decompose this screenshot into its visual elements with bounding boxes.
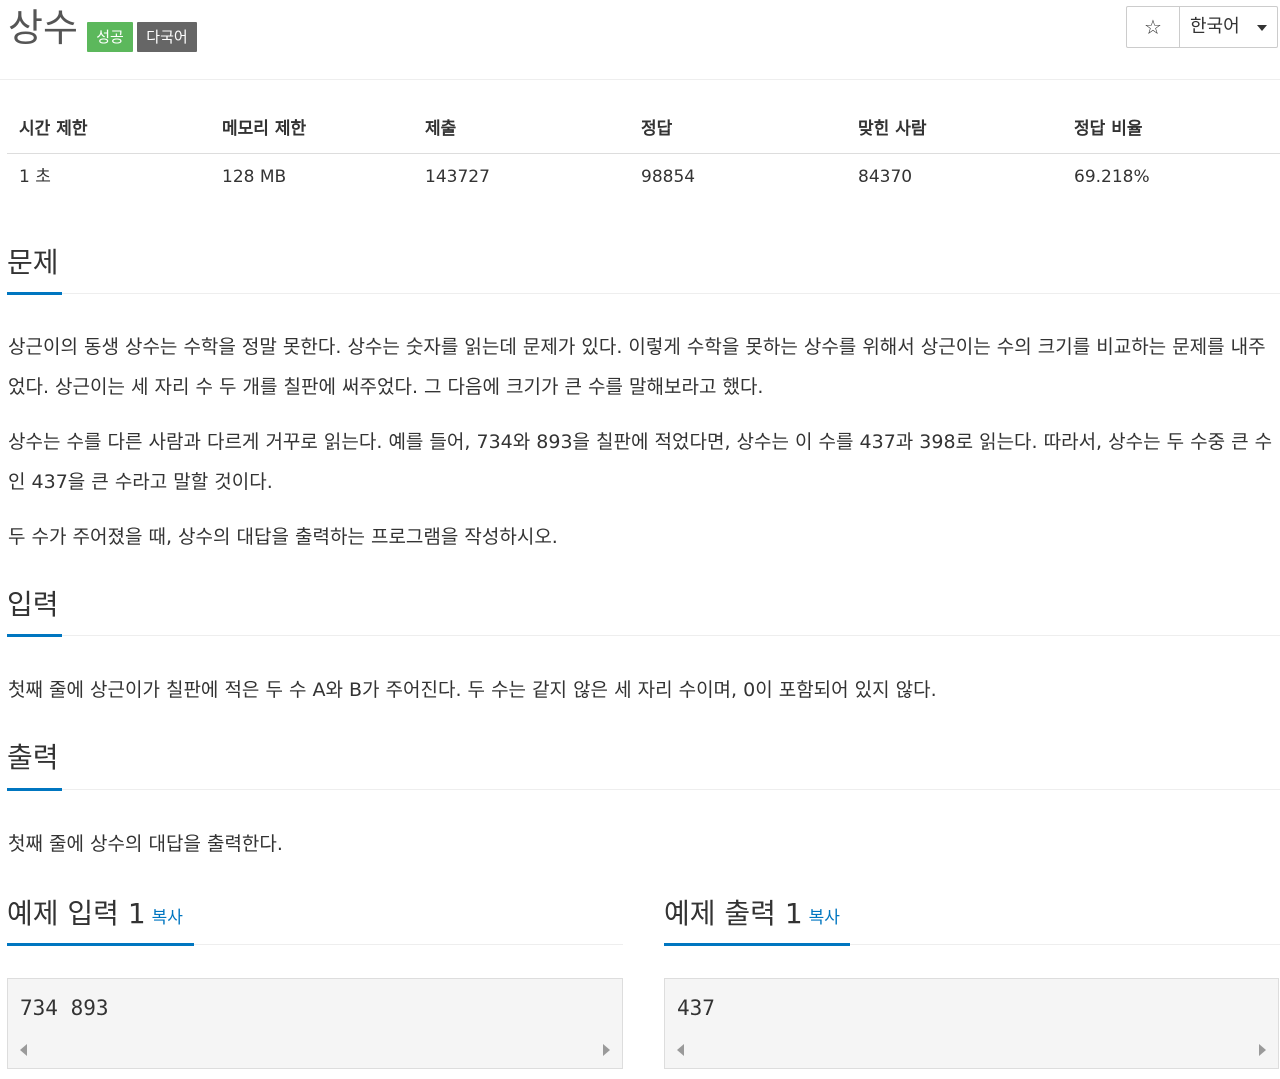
scroll-right-arrow[interactable] <box>1259 1044 1266 1056</box>
table-cell-time-limit: 1 초 <box>19 167 51 187</box>
sample-output-value: 437 <box>677 996 715 1020</box>
problem-paragraph: 상수는 수를 다른 사람과 다르게 거꾸로 읽는다. 예를 들어, 734와 8… <box>8 431 1273 493</box>
star-icon: ☆ <box>1144 15 1162 39</box>
language-dropdown[interactable]: 한국어 <box>1180 7 1277 47</box>
copy-input-button[interactable]: 복사 <box>152 908 183 928</box>
input-section-header: 입력 <box>7 588 1280 637</box>
language-label: 한국어 <box>1190 16 1240 37</box>
scroll-left-arrow[interactable] <box>677 1044 684 1056</box>
table-header-cell: 정답 <box>641 119 673 139</box>
problem-info-table: 시간 제한 메모리 제한 제출 정답 맞힌 사람 정답 비율 1 초 128 M… <box>7 106 1280 201</box>
sample-output-title: 예제 출력 1 복사 <box>664 897 840 935</box>
problem-section-header: 문제 <box>7 246 1280 295</box>
table-cell-solved-users: 84370 <box>858 167 913 187</box>
table-cell-ratio: 69.218% <box>1074 167 1150 187</box>
section-underline <box>664 943 850 946</box>
scroll-right-arrow[interactable] <box>603 1044 610 1056</box>
section-underline <box>7 634 62 637</box>
success-badge[interactable]: 성공 <box>87 22 133 52</box>
section-title: 출력 <box>7 741 59 774</box>
problem-paragraph: 두 수가 주어졌을 때, 상수의 대답을 출력하는 프로그램을 작성하시오. <box>8 526 558 548</box>
table-header-cell: 메모리 제한 <box>222 119 307 139</box>
table-header-cell: 맞힌 사람 <box>858 119 927 139</box>
sample-input-header: 예제 입력 1 복사 <box>7 897 623 946</box>
copy-output-button[interactable]: 복사 <box>809 908 840 928</box>
sample-input-box[interactable]: 734 893 <box>7 978 623 1069</box>
sample-input-title: 예제 입력 1 복사 <box>7 897 183 935</box>
table-header-row: 시간 제한 메모리 제한 제출 정답 맞힌 사람 정답 비율 <box>7 106 1280 154</box>
output-description: 첫째 줄에 상수의 대답을 출력한다. <box>8 833 283 855</box>
sample-output-header: 예제 출력 1 복사 <box>664 897 1280 946</box>
table-row: 1 초 128 MB 143727 98854 84370 69.218% <box>7 154 1280 201</box>
sample-output-title-text: 예제 출력 1 <box>664 897 803 930</box>
star-button[interactable]: ☆ <box>1127 7 1180 47</box>
problem-paragraph: 상근이의 동생 상수는 수학을 정말 못한다. 상수는 숫자를 읽는데 문제가 … <box>8 336 1266 398</box>
table-cell-memory-limit: 128 MB <box>222 167 287 187</box>
sample-input-value: 734 893 <box>20 996 109 1020</box>
table-header-cell: 시간 제한 <box>19 119 88 139</box>
sample-input-title-text: 예제 입력 1 <box>7 897 146 930</box>
scroll-left-arrow[interactable] <box>20 1044 27 1056</box>
problem-title: 상수 <box>8 6 78 50</box>
header-button-group: ☆ 한국어 <box>1126 6 1278 48</box>
input-description: 첫째 줄에 상근이가 칠판에 적은 두 수 A와 B가 주어진다. 두 수는 같… <box>8 679 937 701</box>
section-title: 문제 <box>7 246 59 279</box>
section-underline <box>7 943 194 946</box>
output-section-header: 출력 <box>7 741 1280 791</box>
table-cell-accepted: 98854 <box>641 167 696 187</box>
multilang-badge[interactable]: 다국어 <box>137 22 197 52</box>
sample-output-box[interactable]: 437 <box>664 978 1279 1069</box>
chevron-down-icon <box>1257 25 1267 31</box>
section-underline <box>7 788 62 791</box>
problem-page: 상수 성공 다국어 ☆ 한국어 시간 제한 메모리 제한 제출 정답 맞힌 사람… <box>0 0 1280 1079</box>
section-title: 입력 <box>7 588 59 621</box>
problem-header: 상수 성공 다국어 ☆ 한국어 <box>0 0 1280 80</box>
section-underline <box>7 292 62 295</box>
table-header-cell: 정답 비율 <box>1074 119 1143 139</box>
table-cell-submissions: 143727 <box>425 167 490 187</box>
table-header-cell: 제출 <box>425 119 457 139</box>
